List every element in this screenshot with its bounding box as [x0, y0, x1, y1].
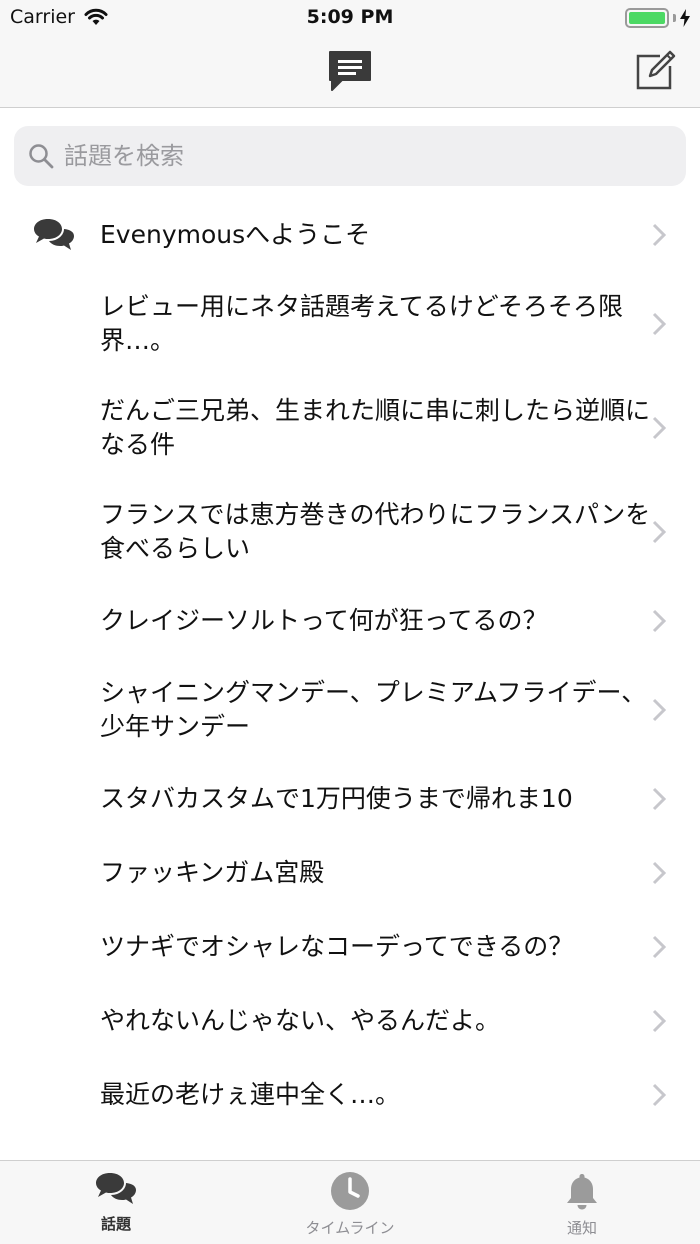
topic-title: ツナギでオシャレなコーデってできるの？	[100, 932, 574, 961]
search-icon	[29, 144, 54, 169]
tab-label: 通知	[566, 1219, 597, 1237]
chevron-right-icon	[652, 787, 666, 811]
chevron-right-icon	[652, 312, 666, 336]
topic-row[interactable]: シャイニングマンデー、プレミアムフライデー、少年サンデー	[0, 658, 700, 762]
clock-icon	[331, 1172, 369, 1210]
chevron-right-icon	[652, 223, 666, 247]
tab-topics[interactable]: 話題	[46, 1171, 186, 1234]
topic-title: Evenymousへようこそ	[100, 220, 371, 249]
tab-label: 話題	[100, 1215, 131, 1233]
topic-row[interactable]: レビュー用にネタ話題考えてるけどそろそろ限界…。	[0, 272, 700, 376]
chevron-right-icon	[652, 416, 666, 440]
topic-row[interactable]: 最近の老けぇ連中全く…。	[0, 1058, 700, 1132]
chevron-right-icon	[652, 861, 666, 885]
chevron-right-icon	[652, 1083, 666, 1107]
navigation-bar	[0, 36, 700, 108]
chevron-right-icon	[652, 520, 666, 544]
topic-row[interactable]: フランスでは恵方巻きの代わりにフランスパンを食べるらしい	[0, 480, 700, 584]
charging-bolt-icon	[680, 9, 690, 27]
topic-title: スタバカスタムで1万円使うまで帰れま10	[100, 784, 573, 813]
topic-title: クレイジーソルトって何が狂ってるの？	[100, 606, 548, 635]
chevron-right-icon	[652, 1009, 666, 1033]
topic-row[interactable]: クレイジーソルトって何が狂ってるの？	[0, 584, 700, 658]
topic-title: 最近の老けぇ連中全く…。	[100, 1080, 401, 1109]
tab-bar: 話題 タイムライン 通知	[0, 1160, 700, 1244]
tab-notifications[interactable]: 通知	[512, 1171, 652, 1238]
battery-icon	[625, 8, 669, 28]
tab-timeline[interactable]: タイムライン	[280, 1171, 420, 1238]
topic-list[interactable]: Evenymousへようこそ レビュー用にネタ話題考えてるけどそろそろ限界…。 …	[0, 198, 700, 1160]
topic-row[interactable]: だんご三兄弟、生まれた順に串に刺したら逆順になる件	[0, 376, 700, 480]
chevron-right-icon	[652, 935, 666, 959]
topic-title: ファッキンガム宮殿	[100, 858, 325, 887]
chevron-right-icon	[652, 698, 666, 722]
topic-row[interactable]: ツナギでオシャレなコーデってできるの？	[0, 910, 700, 984]
chat-bubble-icon	[329, 51, 371, 91]
row-icon-slot	[0, 217, 100, 253]
status-time: 5:09 PM	[306, 6, 394, 28]
topic-title: やれないんじゃない、やるんだよ。	[100, 1006, 501, 1035]
battery-level-fill	[629, 12, 665, 24]
search-bar[interactable]	[14, 126, 686, 186]
topic-row[interactable]: やれないんじゃない、やるんだよ。	[0, 984, 700, 1058]
bell-icon	[567, 1174, 597, 1210]
topic-title: シャイニングマンデー、プレミアムフライデー、少年サンデー	[100, 678, 647, 741]
topic-row[interactable]: Evenymousへようこそ	[0, 198, 700, 272]
topic-row[interactable]: スタバカスタムで1万円使うまで帰れま10	[0, 762, 700, 836]
tab-label: タイムライン	[305, 1219, 395, 1237]
search-area	[0, 108, 700, 198]
topic-title: だんご三兄弟、生まれた順に串に刺したら逆順になる件	[100, 396, 651, 459]
topic-row[interactable]: ファッキンガム宮殿	[0, 836, 700, 910]
status-bar: Carrier 5:09 PM	[0, 0, 700, 36]
topic-title: レビュー用にネタ話題考えてるけどそろそろ限界…。	[100, 292, 624, 355]
topic-title: フランスでは恵方巻きの代わりにフランスパンを食べるらしい	[100, 500, 651, 563]
battery-indicator	[625, 8, 690, 28]
search-input[interactable]	[64, 126, 686, 186]
chat-bubbles-icon	[96, 1173, 136, 1204]
compose-button[interactable]	[634, 50, 676, 92]
battery-nub	[673, 14, 676, 22]
chevron-right-icon	[652, 609, 666, 633]
chat-bubbles-icon	[34, 219, 74, 250]
